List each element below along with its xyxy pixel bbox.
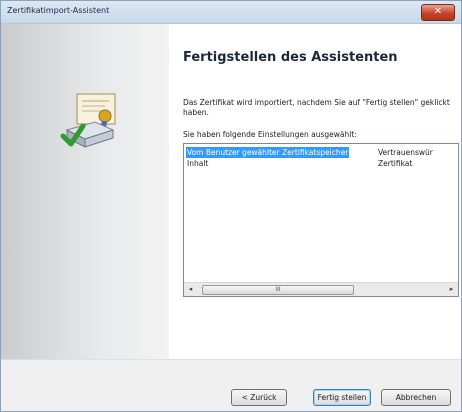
horizontal-scrollbar[interactable]: ◂ III ▸	[184, 282, 458, 296]
button-bar: < Zurück Fertig stellen Abbrechen	[1, 359, 461, 411]
window-title: Zertifikatimport-Assistent	[7, 6, 110, 15]
scroll-thumb[interactable]: III	[202, 285, 354, 295]
wizard-content: Fertigstellen des Assistenten Das Zertif…	[169, 24, 461, 359]
back-button[interactable]: < Zurück	[231, 389, 287, 406]
close-icon: ✕	[433, 6, 443, 17]
setting-value: Zertifikat	[378, 159, 413, 168]
cancel-button[interactable]: Abbrechen	[381, 389, 451, 406]
scroll-right-icon[interactable]: ▸	[445, 283, 458, 296]
wizard-side-panel	[1, 24, 169, 359]
page-title: Fertigstellen des Assistenten	[183, 50, 398, 65]
wizard-window: Zertifikatimport-Assistent ✕ Fertigstell…	[0, 0, 462, 412]
setting-name: Vom Benutzer gewählter Zertifikatspeiche…	[186, 147, 350, 158]
finish-description: Das Zertifikat wird importiert, nachdem …	[183, 98, 450, 117]
finish-button[interactable]: Fertig stellen	[313, 389, 371, 406]
close-button[interactable]: ✕	[421, 4, 455, 21]
title-bar[interactable]: Zertifikatimport-Assistent ✕	[1, 1, 461, 24]
setting-name: Inhalt	[187, 159, 209, 168]
setting-value: Vertrauenswür	[378, 148, 433, 157]
grip-icon: III	[275, 286, 281, 293]
list-item[interactable]: Vom Benutzer gewählter Zertifikatspeiche…	[184, 147, 458, 158]
list-item[interactable]: Inhalt Zertifikat	[184, 158, 458, 169]
settings-list[interactable]: Vom Benutzer gewählter Zertifikatspeiche…	[183, 143, 459, 297]
settings-label: Sie haben folgende Einstellungen ausgewä…	[183, 130, 357, 139]
certificate-import-icon	[60, 93, 116, 148]
scroll-left-icon[interactable]: ◂	[184, 283, 197, 296]
